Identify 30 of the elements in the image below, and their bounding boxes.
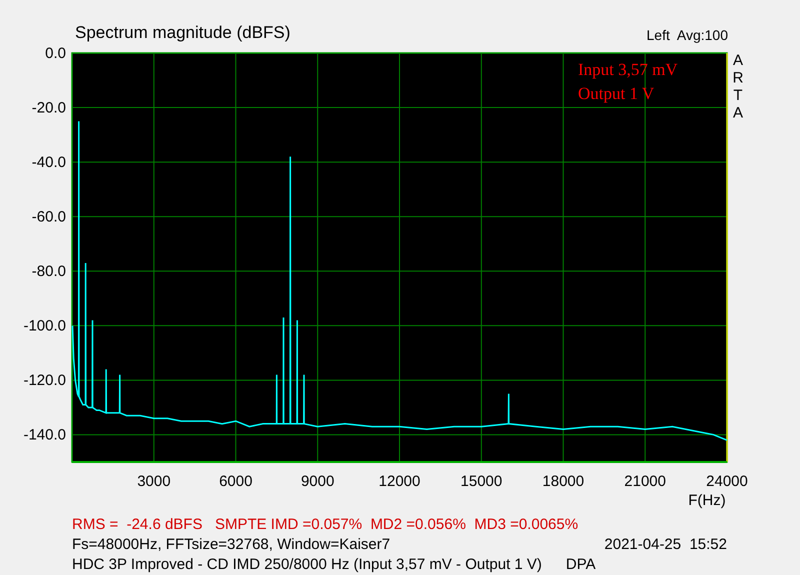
y-tick-label: -120.0 (23, 372, 66, 390)
y-tick-label: -80.0 (32, 263, 66, 280)
x-tick-label: 12000 (378, 473, 420, 490)
side-letter: R (732, 70, 744, 86)
y-tick-label: -140.0 (23, 426, 66, 444)
chart-title: Spectrum magnitude (dBFS) (75, 23, 290, 43)
timestamp: 2021-04-25 15:52 (604, 536, 727, 552)
y-tick-label: -60.0 (32, 208, 66, 226)
y-tick-label: -20.0 (32, 100, 66, 117)
side-letter: A (733, 52, 743, 69)
x-tick-label: 9000 (300, 473, 334, 490)
x-tick-label: 3000 (137, 473, 171, 490)
x-tick-label: 18000 (542, 473, 584, 490)
measurement-description: HDC 3P Improved - CD IMD 250/8000 Hz (Input 3,57 mV - Output 1 V) (72, 556, 542, 572)
x-tick-label: 6000 (219, 473, 252, 490)
annotation-text: Output 1 V (578, 84, 654, 103)
y-tick-label: 0.0 (45, 45, 66, 62)
y-tick-label: -100.0 (23, 318, 66, 335)
x-tick-label: 24000 (706, 473, 748, 490)
measurement-summary: RMS = -24.6 dBFS SMPTE IMD =0.057% MD2 =0.056% MD3 =0.0065% (72, 516, 578, 532)
x-axis-label: F(Hz) (688, 492, 726, 509)
side-letter: A (733, 104, 743, 122)
device-tag: DPA (566, 556, 596, 572)
channel-info: Left Avg:100 (646, 27, 728, 44)
fft-settings: Fs=48000Hz, FFTsize=32768, Window=Kaiser7 (72, 536, 390, 552)
annotation-text: Input 3,57 mV (578, 60, 678, 79)
x-tick-label: 15000 (460, 473, 502, 490)
side-letter: T (733, 87, 743, 104)
y-tick-label: -40.0 (32, 154, 66, 172)
x-tick-label: 21000 (624, 473, 666, 490)
